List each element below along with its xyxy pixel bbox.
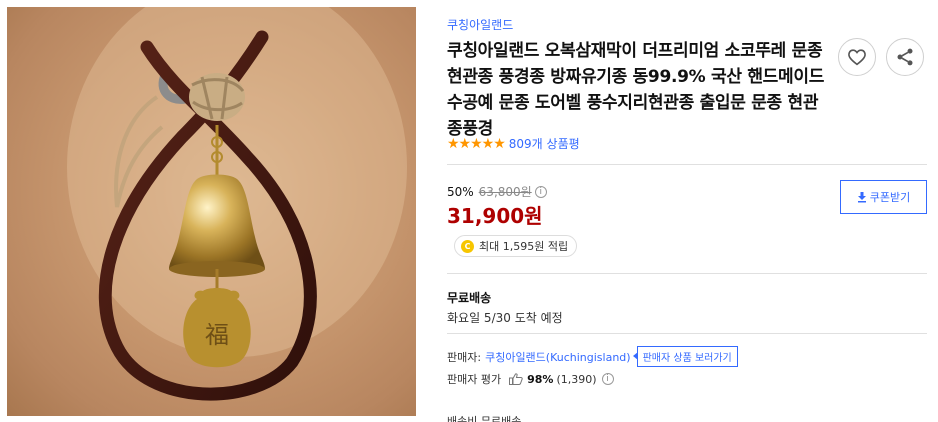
share-icon (897, 48, 913, 66)
arrival-date: 화요일 5/30 도착 예정 (447, 311, 563, 325)
seller-rating-value: 98% (527, 372, 554, 386)
coupon-label: 쿠폰받기 (869, 191, 911, 204)
svg-text:福: 福 (205, 321, 229, 349)
download-icon (857, 191, 866, 202)
info-icon[interactable]: i (601, 373, 614, 385)
seller-row: 판매자: 쿠칭아일랜드(Kuchingisland) 판매자 상품 보러가기 (447, 346, 738, 367)
seller-products-tooltip[interactable]: 판매자 상품 보러가기 (632, 346, 738, 367)
seller-rating-count: (1,390) (556, 372, 597, 386)
seller-rating-row: 판매자 평가 98% (1,390) i (447, 371, 614, 387)
product-title: 쿠칭아일랜드 오복삼재막이 더프리미엄 소코뚜레 문종 현관종 풍경종 방짜유기… (447, 41, 825, 139)
cash-reward-badge: C 최대 1,595원 적립 (454, 235, 578, 257)
thumbs-up-icon (509, 373, 523, 385)
brand-link[interactable]: 쿠칭아일랜드 (447, 16, 513, 33)
product-rating[interactable]: ★★★★★ 809개 상품평 (447, 135, 580, 152)
seller-rating-label: 판매자 평가 (447, 373, 502, 386)
original-price: 63,800원 (478, 185, 532, 199)
review-count-link[interactable]: 809개 상품평 (509, 135, 580, 152)
seller-label: 판매자: (447, 350, 482, 364)
coupon-download-button[interactable]: 쿠폰받기 (840, 180, 927, 214)
product-image[interactable]: 福 (7, 7, 416, 416)
cash-reward-text: 최대 1,595원 적립 (479, 240, 569, 253)
share-button[interactable] (886, 38, 924, 76)
divider (447, 333, 927, 334)
shipping-fee-row: 배송비 무료배송 (447, 415, 522, 422)
sale-price: 31,900원 (447, 204, 543, 228)
discount-rate: 50% (447, 184, 474, 199)
star-rating-icon: ★★★★★ (447, 135, 506, 152)
divider (447, 164, 927, 165)
like-button[interactable] (838, 38, 876, 76)
seller-name-link[interactable]: 쿠칭아일랜드(Kuchingisland) (485, 349, 631, 365)
shipping-type: 무료배송 (447, 291, 492, 305)
divider (447, 273, 927, 274)
heart-icon (848, 49, 866, 66)
discount-row: 50% 63,800원 i (447, 183, 547, 200)
info-icon[interactable]: i (534, 185, 547, 198)
product-info-panel: 쿠칭아일랜드 쿠칭아일랜드 오복삼재막이 더프리미엄 소코뚜레 문종 현관종 풍… (447, 0, 927, 422)
cash-coin-icon: C (461, 239, 474, 253)
